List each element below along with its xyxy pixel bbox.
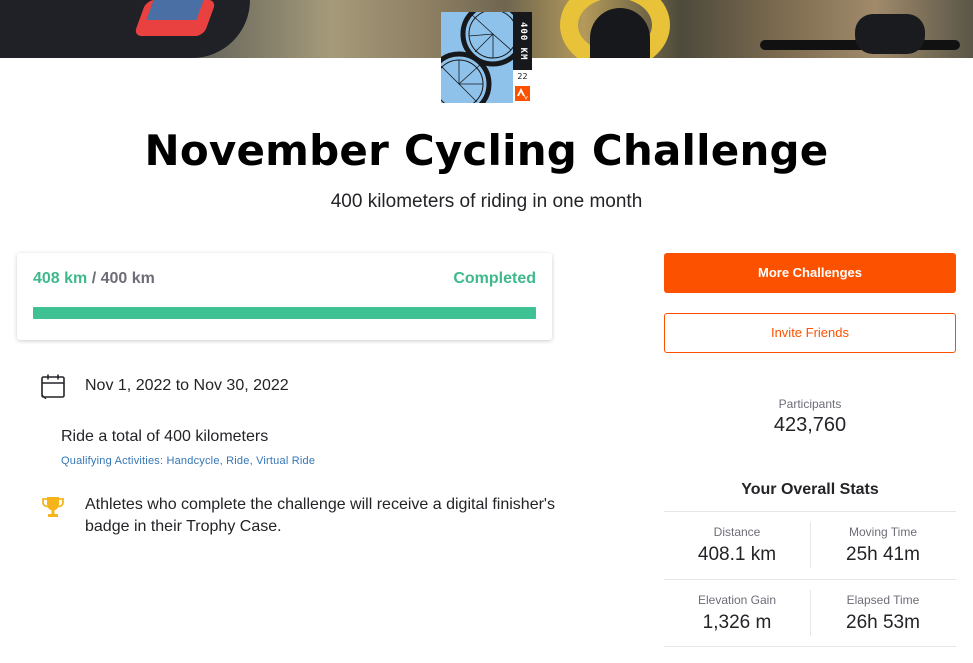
progress-bar xyxy=(33,307,536,319)
bicycle-wheels-icon xyxy=(441,12,513,103)
stat-moving-time: Moving Time 25h 41m xyxy=(810,512,956,579)
participants-count: 423,760 xyxy=(773,414,847,436)
stat-label: Elapsed Time xyxy=(846,593,920,607)
challenge-goal: Ride a total of 400 kilometers xyxy=(61,428,269,445)
reward-row: Athletes who complete the challenge will… xyxy=(40,494,555,538)
qualifying-activities: Qualifying Activities: Handcycle, Ride, … xyxy=(61,455,316,467)
stat-label: Distance xyxy=(713,525,761,539)
stat-distance: Distance 408.1 km xyxy=(664,512,810,579)
stat-value: 26h 53m xyxy=(846,612,920,633)
participants-label: Participants xyxy=(778,397,842,411)
badge-year-text: 22 xyxy=(517,72,528,81)
progress-separator: / xyxy=(87,270,101,287)
date-row: Nov 1, 2022 to Nov 30, 2022 xyxy=(40,373,289,399)
progress-amount: 408 km / 400 km xyxy=(33,270,155,288)
stats-row: Elevation Gain 1,326 m Elapsed Time 26h … xyxy=(664,579,956,647)
stat-label: Moving Time xyxy=(848,525,918,539)
progress-current: 408 km xyxy=(33,270,88,287)
stats-grid: Distance 408.1 km Moving Time 25h 41m El… xyxy=(664,511,956,647)
strava-logo-icon xyxy=(515,86,530,101)
stat-value: 408.1 km xyxy=(697,544,777,565)
calendar-icon xyxy=(41,374,65,399)
stat-elapsed-time: Elapsed Time 26h 53m xyxy=(810,580,956,646)
badge-distance-text: 400 KM xyxy=(513,12,532,70)
stat-value: 1,326 m xyxy=(702,612,772,633)
challenge-subtitle: 400 kilometers of riding in one month xyxy=(330,191,643,212)
stats-title: Your Overall Stats xyxy=(741,481,879,498)
progress-goal: 400 km xyxy=(100,270,155,287)
more-challenges-button[interactable]: More Challenges xyxy=(664,253,956,293)
challenge-dates: Nov 1, 2022 to Nov 30, 2022 xyxy=(85,377,289,394)
stat-label: Elevation Gain xyxy=(697,593,777,607)
invite-friends-button[interactable]: Invite Friends xyxy=(664,313,956,353)
stat-elevation-gain: Elevation Gain 1,326 m xyxy=(664,580,810,646)
reward-text: Athletes who complete the challenge will… xyxy=(85,496,555,535)
progress-card: 408 km / 400 km Completed xyxy=(17,253,552,340)
challenge-badge: 400 KM 22 xyxy=(441,12,532,103)
page-title: November Cycling Challenge xyxy=(144,126,829,175)
stat-value: 25h 41m xyxy=(846,544,920,565)
trophy-icon xyxy=(42,497,64,517)
progress-status: Completed xyxy=(453,270,536,287)
stats-row: Distance 408.1 km Moving Time 25h 41m xyxy=(664,511,956,579)
progress-bar-fill xyxy=(33,307,536,319)
